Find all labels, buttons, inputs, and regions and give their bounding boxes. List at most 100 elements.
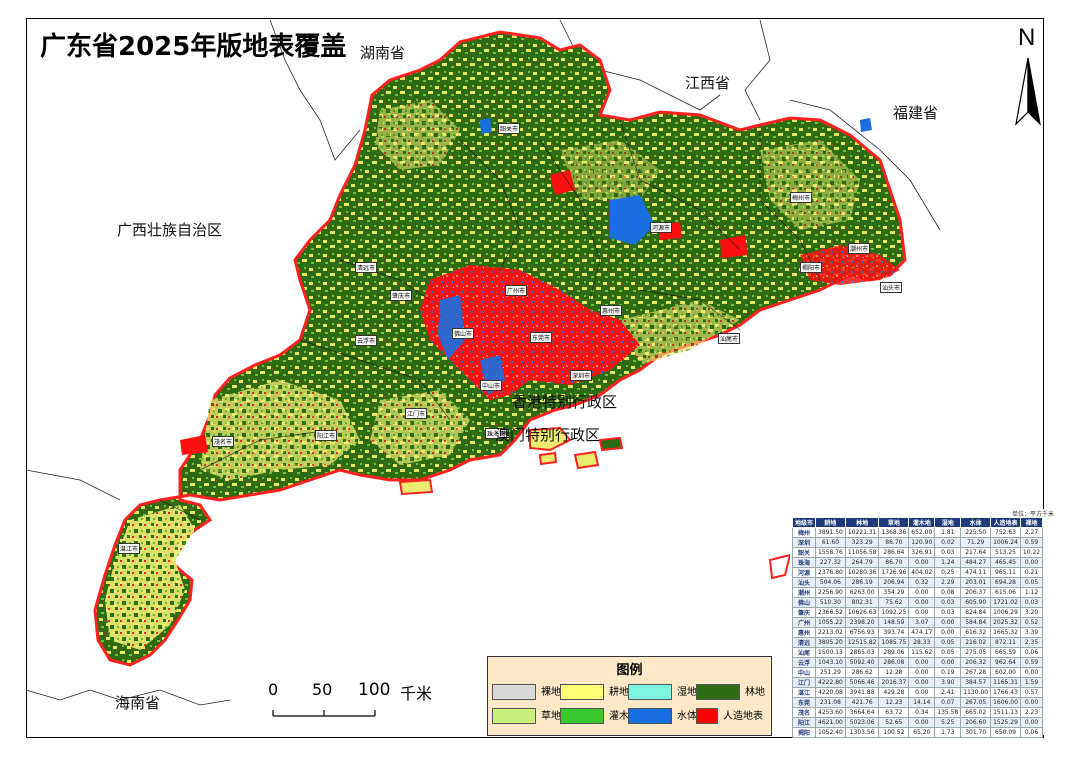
legend-swatch	[560, 708, 604, 724]
table-value-cell: 3.90	[934, 677, 962, 688]
table-value-cell: 1.81	[934, 527, 962, 538]
table-value-cell: 251.29	[815, 667, 846, 678]
table-value-cell: 2.41	[934, 687, 962, 698]
table-row: 茂名 4253.60 3664.64 63.72 0.34 135.58 665.02 151…	[791, 707, 1044, 718]
table-value-cell: 0.03	[1019, 597, 1044, 608]
table-row: 湛江 4220.08 3941.88 429.28 0.00 2.41 1130.00 176…	[791, 687, 1044, 698]
table-row: 深圳 61.60 323.29 86.70 120.90 0.02 71.29 1006.24…	[791, 537, 1044, 548]
table-city-cell: 东莞	[791, 697, 817, 708]
table-value-cell: 4222.80	[815, 677, 846, 688]
city-label-shanwei: 汕尾市	[718, 333, 741, 344]
table-value-cell: 1525.29	[990, 717, 1021, 728]
table-value-cell: 326.91	[908, 547, 936, 558]
table-value-cell: 504.06	[815, 577, 846, 588]
table-value-cell: 1085.75	[878, 637, 910, 648]
table-value-cell: 12.28	[878, 667, 910, 678]
table-value-cell: 1.12	[1019, 587, 1044, 598]
table-value-cell: 1092.25	[878, 607, 910, 618]
table-value-cell: 872.11	[990, 637, 1021, 648]
table-row: 汕头 504.06 286.19 206.94 0.32 2.29 203.01 694.28…	[791, 577, 1044, 588]
table-value-cell: 0.03	[934, 597, 962, 608]
table-value-cell: 148.59	[878, 617, 910, 628]
table-row: 珠海 227.32 264.79 86.70 0.00 1.24 484.27 465.45 0…	[791, 557, 1044, 568]
label-jiangxi: 江西省	[685, 74, 731, 92]
table-value-cell: 61.60	[815, 537, 846, 548]
table-value-cell: 120.90	[908, 537, 936, 548]
table-value-cell: 429.28	[878, 687, 910, 698]
legend-swatch	[696, 708, 718, 724]
table-value-cell: 6263.00	[844, 587, 880, 598]
table-value-cell: 206.37	[960, 587, 992, 598]
table-value-cell: 1.24	[934, 557, 962, 568]
map-legend: 图例 裸地 耕地 湿地 林地 草地 灌木地 水体 人造地表	[487, 656, 772, 736]
stats-table: 地级市 耕地 林地 草地 灌木地 湿地 水体 人造地表 裸地 梅州 3891.50 10221.31…	[791, 517, 1044, 738]
table-value-cell: 0.00	[1019, 557, 1044, 568]
table-value-cell: 3941.88	[844, 687, 880, 698]
map-title: 广东省2025年版地表覆盖	[40, 32, 347, 62]
table-value-cell: 3.39	[1019, 627, 1044, 638]
table-row: 江门 4222.80 5066.46 2016.37 0.00 3.90 384.57 116…	[791, 677, 1044, 688]
table-value-cell: 206.94	[878, 577, 910, 588]
table-city-cell: 河源	[791, 567, 817, 578]
table-value-cell: 14.14	[908, 697, 936, 708]
table-value-cell: 216.02	[960, 637, 992, 648]
table-value-cell: 0.00	[908, 587, 936, 598]
table-value-cell: 4220.08	[815, 687, 846, 698]
legend-swatch	[492, 708, 536, 724]
table-value-cell: 100.52	[878, 727, 910, 738]
table-header-cell: 人造地表	[990, 517, 1021, 528]
label-hainan: 海南省	[115, 694, 161, 712]
city-label-yunfu: 云浮市	[355, 335, 378, 346]
table-value-cell: 10221.31	[844, 527, 880, 538]
scale-tick-100: 100	[358, 680, 391, 700]
table-header-cell: 耕地	[815, 517, 846, 528]
table-value-cell: 0.07	[934, 697, 962, 708]
table-value-cell: 1500.13	[815, 647, 846, 658]
city-label-chaozhou: 潮州市	[848, 243, 871, 254]
table-value-cell: 231.08	[815, 697, 846, 708]
table-value-cell: 0.03	[934, 547, 962, 558]
table-value-cell: 301.70	[960, 727, 992, 738]
table-value-cell: 1055.22	[815, 617, 846, 628]
table-value-cell: 86.70	[878, 557, 910, 568]
legend-swatch	[492, 684, 536, 700]
table-value-cell: 286.64	[878, 547, 910, 558]
table-value-cell: 652.00	[908, 527, 936, 538]
table-value-cell: 206.32	[960, 657, 992, 668]
table-value-cell: 1511.13	[990, 707, 1021, 718]
table-value-cell: 2.23	[1019, 707, 1044, 718]
table-value-cell: 3805.20	[815, 637, 846, 648]
table-city-cell: 江门	[791, 677, 817, 688]
table-row: 阳江 4621.00 5023.06 52.65 0.00 5.25 206.60 1525.…	[791, 717, 1044, 728]
table-value-cell: 1043.10	[815, 657, 846, 668]
table-value-cell: 0.08	[934, 587, 962, 598]
city-label-zhanjiang: 湛江市	[118, 543, 141, 554]
table-value-cell: 0.19	[934, 667, 962, 678]
table-value-cell: 0.05	[934, 647, 962, 658]
table-value-cell: 267.05	[960, 697, 992, 708]
table-value-cell: 3.07	[908, 617, 936, 628]
table-city-cell: 湛江	[791, 687, 817, 698]
table-value-cell: 0.21	[1019, 567, 1044, 578]
table-city-cell: 潮州	[791, 587, 817, 598]
city-label-jiangmen: 江门市	[405, 408, 428, 419]
city-label-foshan: 佛山市	[452, 328, 475, 339]
table-value-cell: 1368.36	[878, 527, 910, 538]
table-city-cell: 珠海	[791, 557, 817, 568]
table-value-cell: 1766.43	[990, 687, 1021, 698]
table-city-cell: 惠州	[791, 627, 817, 638]
table-value-cell: 52.65	[878, 717, 910, 728]
city-label-shenzhen: 深圳市	[570, 370, 593, 381]
table-value-cell: 1.73	[934, 727, 962, 738]
table-value-cell: 6756.93	[844, 627, 880, 638]
table-value-cell: 824.84	[960, 607, 992, 618]
table-value-cell: 1006.29	[990, 607, 1021, 618]
table-value-cell: 962.64	[990, 657, 1021, 668]
table-value-cell: 484.27	[960, 557, 992, 568]
table-city-cell: 中山	[791, 667, 817, 678]
table-value-cell: 1665.32	[990, 627, 1021, 638]
table-value-cell: 421.76	[844, 697, 880, 708]
table-value-cell: 1606.00	[990, 697, 1021, 708]
table-city-cell: 肇庆	[791, 607, 817, 618]
table-value-cell: 2398.20	[844, 617, 880, 628]
